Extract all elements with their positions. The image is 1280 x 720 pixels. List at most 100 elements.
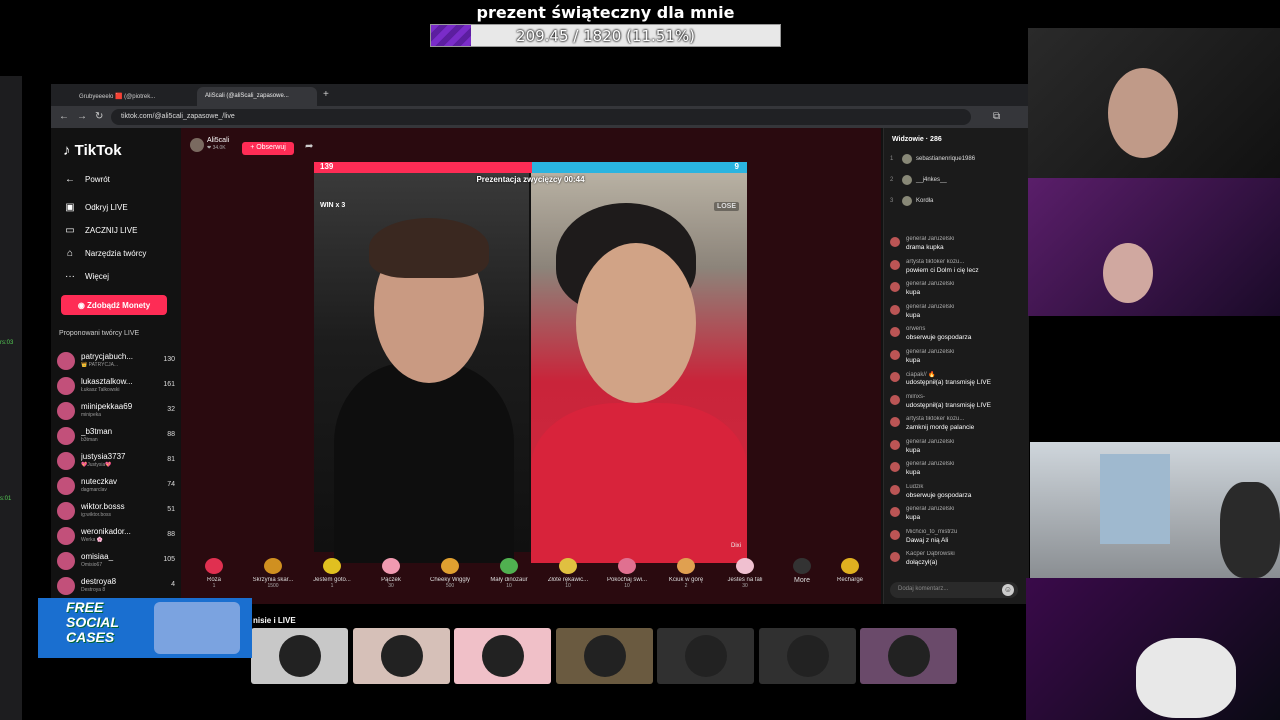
gift-item[interactable]: Jestem goto... 1 <box>307 556 357 589</box>
chat-username[interactable]: generał Jaruzelski <box>906 281 1026 287</box>
chat-username[interactable]: ciapak// 🔥 <box>906 371 1026 378</box>
win-badge: WIN x 3 <box>320 202 346 209</box>
chat-username[interactable]: milnxs- <box>906 394 1026 400</box>
chat-username[interactable]: artysta tiktoker kozu... <box>906 416 1026 422</box>
chat-avatar[interactable] <box>890 394 900 405</box>
chat-avatar[interactable] <box>890 507 900 517</box>
creator-name: patrycjabuch... <box>81 352 134 361</box>
chat-avatar[interactable] <box>890 417 900 427</box>
live-thumbnail[interactable] <box>657 628 754 684</box>
chat-avatar[interactable] <box>890 304 900 315</box>
live-thumbnail[interactable] <box>555 628 653 684</box>
chat-avatar[interactable] <box>890 529 900 540</box>
chat-username[interactable]: Michcio_to_mistrzu <box>906 529 1026 535</box>
address-bar[interactable]: tiktok.com/@ali5cali_zapasowe_/live <box>111 109 971 125</box>
gift-item[interactable]: Pączek 30 <box>366 556 416 589</box>
suggested-creator[interactable]: miinipekkaa69 minipeka 32 <box>57 400 177 422</box>
back-icon[interactable]: ← <box>59 111 69 122</box>
battle-right-video: Dixi <box>531 173 747 563</box>
webcam-3 <box>1030 442 1280 578</box>
suggested-creator[interactable]: omisiaa_ Omisio67 105 <box>57 550 177 572</box>
recharge-button[interactable]: Recharge <box>825 556 875 583</box>
thumbnail-avatar <box>583 635 626 677</box>
gift-item[interactable]: Pokochaj świ... 10 <box>602 556 652 589</box>
live-thumbnail[interactable] <box>758 628 856 684</box>
chat-username[interactable]: generał Jaruzelski <box>906 506 1026 512</box>
chat-username[interactable]: generał Jaruzelski <box>906 461 1026 467</box>
get-coins-button[interactable]: ◉ Zdobądź Monety <box>61 295 167 315</box>
suggested-creator[interactable]: wiktor.bosss ig:wiktor.boss 51 <box>57 500 177 522</box>
suggested-creator[interactable]: _b3tman b3tman 88 <box>57 425 177 447</box>
chat-message: generał Jaruzelski drama kupka <box>890 236 1028 258</box>
extensions-icon[interactable]: ⧉ <box>993 111 1000 122</box>
chat-avatar[interactable] <box>890 349 900 360</box>
gift-item[interactable]: Róża 1 <box>189 556 239 589</box>
tiktok-logo[interactable]: ♪ TikTok <box>63 142 122 159</box>
chat-username[interactable]: generał Jaruzelski <box>906 349 1026 355</box>
suggested-creator[interactable]: nuteczkav dagmarclav 74 <box>57 475 177 497</box>
reload-icon[interactable]: ↻ <box>95 111 103 122</box>
chat-avatar[interactable] <box>890 552 900 562</box>
suggested-creator[interactable]: lukasztalkow... Łukasz Talkowski 161 <box>57 375 177 397</box>
creator-name: omisiaa_ <box>81 552 114 561</box>
creator-subtitle: Omisio67 <box>81 562 103 568</box>
chat-text: kupa <box>906 311 921 319</box>
live-thumbnail[interactable] <box>860 628 957 684</box>
follow-button[interactable]: + Obserwuj <box>242 142 294 155</box>
back-link[interactable]: ← Powrót <box>63 174 110 185</box>
gifts-more-button[interactable]: More <box>777 556 827 584</box>
top-viewer[interactable]: 3 Kordła <box>890 196 933 206</box>
video-icon: ▭ <box>65 225 75 236</box>
creator-viewer-count: 32 <box>167 406 175 413</box>
browser-tab-active[interactable]: AliScali (@aliScali_zapasowe... <box>197 87 317 106</box>
emoji-icon[interactable]: ☺ <box>1002 584 1014 596</box>
suggested-creator[interactable]: weronikador... Werka 🌸 88 <box>57 525 177 547</box>
chat-username[interactable]: artysta tiktoker kozu... <box>906 259 1026 265</box>
top-viewer[interactable]: 2 __j4nkes__ <box>890 175 947 185</box>
sidebar-item-discover-live[interactable]: ▣ Odkryj LIVE <box>63 202 127 213</box>
sidebar-item-go-live[interactable]: ▭ ZACZNIJ LIVE <box>63 225 137 236</box>
top-viewer[interactable]: 1 sebastianenrique1986 <box>890 154 975 164</box>
gifts-more-label: More <box>794 577 810 584</box>
webcam-4-person <box>1136 638 1236 718</box>
ellipsis-icon: ··· <box>65 271 75 282</box>
live-thumbnail[interactable] <box>352 628 450 684</box>
gift-item[interactable]: Kciuk w górę 2 <box>661 556 711 589</box>
chat-avatar[interactable] <box>890 282 900 292</box>
sidebar-item-more[interactable]: ··· Więcej <box>63 271 109 282</box>
chat-username[interactable]: Kacper Dąbrowski <box>906 551 1026 557</box>
gift-item[interactable]: Cheeky Wiggly 500 <box>425 556 475 589</box>
chat-username[interactable]: generał Jaruzelski <box>906 236 1026 242</box>
chat-username[interactable]: Ludzik <box>906 484 1026 490</box>
chat-avatar[interactable] <box>890 372 900 382</box>
creator-subtitle: Destroya 8 <box>81 587 106 593</box>
live-thumbnail[interactable] <box>454 628 551 684</box>
gift-item[interactable]: Mały dinozaur 10 <box>484 556 534 589</box>
host-avatar[interactable] <box>190 138 204 152</box>
gift-item[interactable]: Jesteś na fali 30 <box>720 556 770 589</box>
creator-name: _b3tman <box>81 427 113 436</box>
suggested-creator[interactable]: patrycjabuch... 👑 PATRYCJA... 130 <box>57 350 177 372</box>
host-name[interactable]: Ali5cali <box>207 137 229 144</box>
chat-avatar[interactable] <box>890 484 900 495</box>
suggested-creator[interactable]: destroya8 Destroya 8 4 <box>57 575 177 597</box>
chat-username[interactable]: orwens <box>906 326 1026 332</box>
chat-avatar[interactable] <box>890 462 900 472</box>
suggested-creator[interactable]: justysia3737 💖Justysia💖 81 <box>57 450 177 472</box>
comment-input[interactable]: Dodaj komentarz... <box>890 582 1018 598</box>
chat-username[interactable]: generał Jaruzelski <box>906 439 1026 445</box>
chat-avatar[interactable] <box>890 439 900 450</box>
new-tab-icon[interactable]: + <box>321 87 337 106</box>
chat-avatar[interactable] <box>890 237 900 247</box>
forward-icon[interactable]: → <box>77 111 87 122</box>
chat-username[interactable]: generał Jaruzelski <box>906 304 1026 310</box>
gift-item[interactable]: Złote rękawic... 10 <box>543 556 593 589</box>
gift-item[interactable]: Skrzynia skar... 1500 <box>248 556 298 589</box>
ad-banner[interactable]: FREE SOCIAL CASES <box>38 598 252 658</box>
sidebar-item-creator-tools[interactable]: ⌂ Narzędzia twórcy <box>63 248 146 259</box>
chat-avatar[interactable] <box>890 259 900 270</box>
chat-avatar[interactable] <box>890 327 900 337</box>
live-thumbnail[interactable] <box>251 628 348 684</box>
share-icon[interactable]: ➦ <box>305 141 313 152</box>
browser-tab[interactable]: Grubyeeeelo 🟥 (@piotrek... <box>71 87 191 106</box>
